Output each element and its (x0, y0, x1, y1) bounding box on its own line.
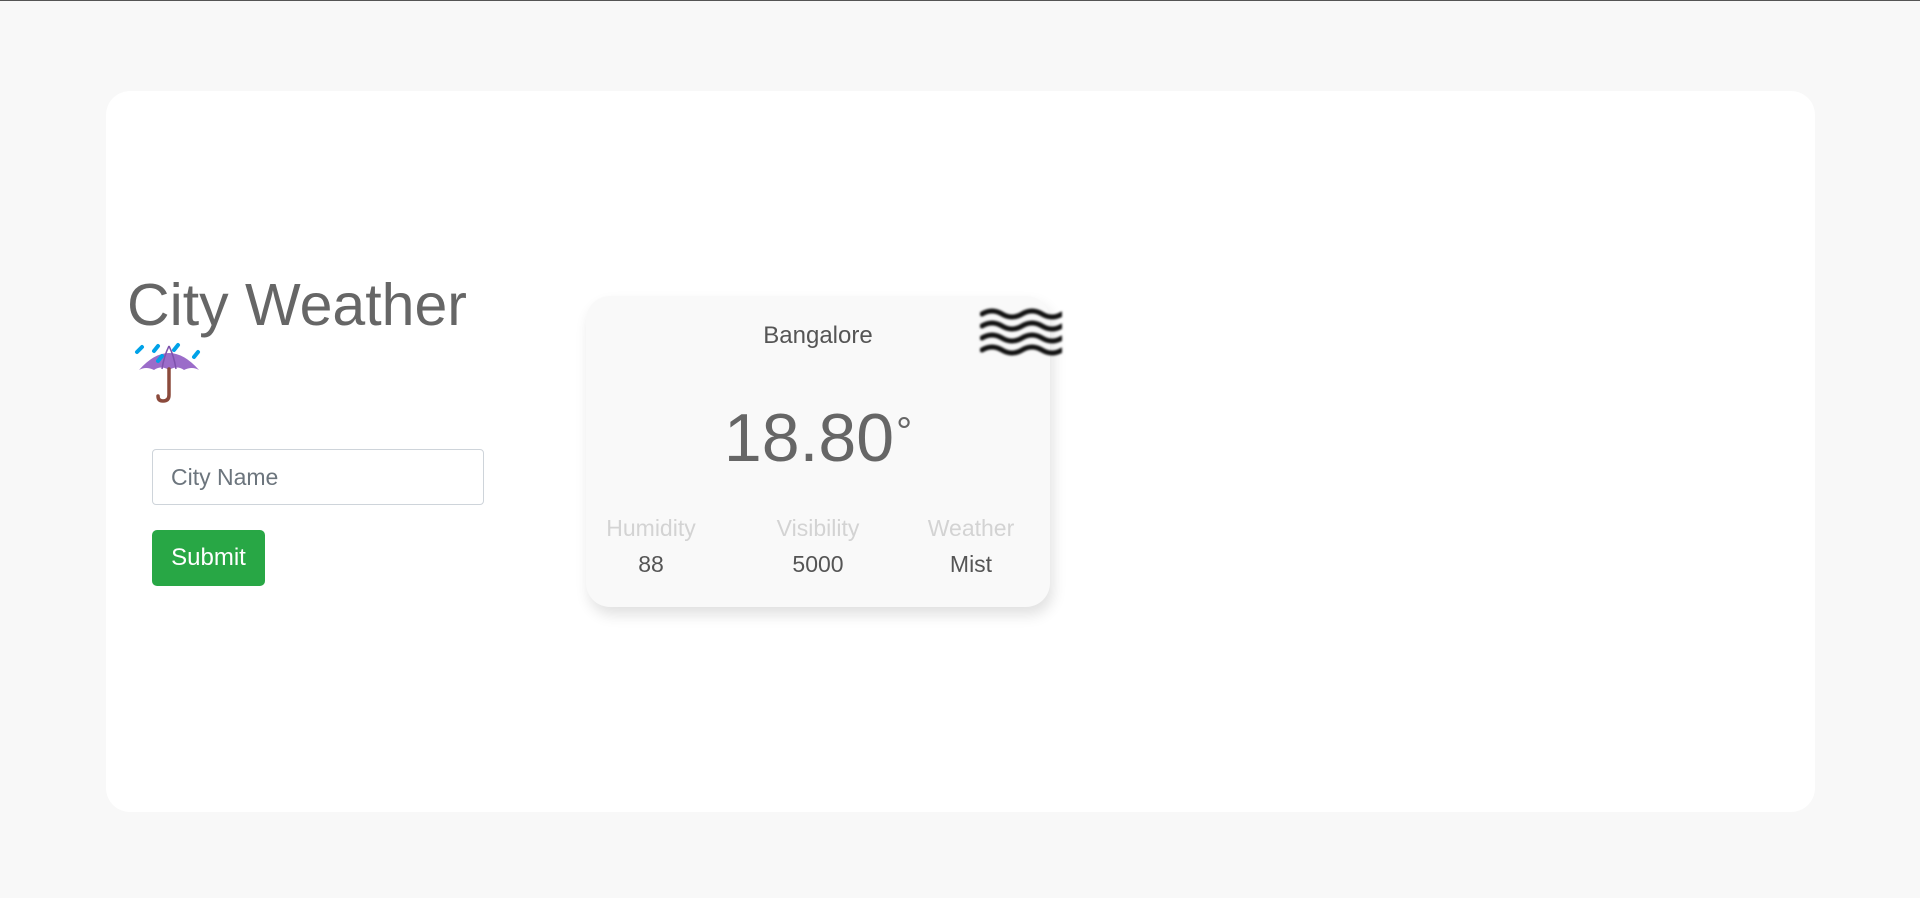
umbrella-rain-icon (135, 343, 200, 403)
stat-value: 88 (638, 551, 664, 577)
page-title: City Weather (127, 272, 467, 338)
stat-weather: Weather Mist (906, 514, 1036, 578)
fog-icon (980, 308, 1062, 356)
stat-label: Weather (927, 515, 1015, 541)
stat-label: Visibility (776, 515, 860, 541)
city-name-input[interactable] (152, 449, 484, 505)
stat-value: Mist (949, 551, 993, 577)
stat-humidity: Humidity 88 (586, 514, 716, 578)
degree-symbol: ° (896, 410, 913, 454)
temperature-display: 18.80° (586, 398, 1050, 478)
submit-button[interactable]: Submit (152, 530, 265, 586)
weather-card: Bangalore 18.80° Humidity 88 Visibility … (586, 296, 1062, 607)
temperature-value: 18.80 (723, 400, 895, 476)
top-border (0, 0, 1920, 1)
stat-value: 5000 (792, 551, 844, 577)
stat-visibility: Visibility 5000 (753, 514, 883, 578)
stat-label: Humidity (606, 515, 696, 541)
